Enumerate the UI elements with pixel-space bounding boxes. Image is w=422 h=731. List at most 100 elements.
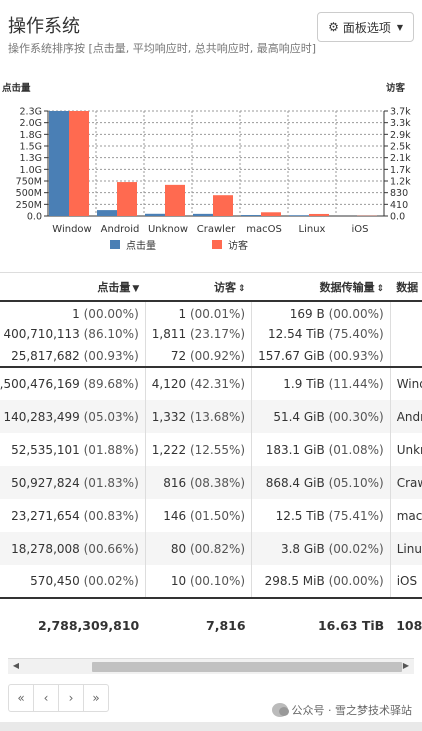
os-cell: iOS <box>389 565 422 598</box>
first-page-button[interactable]: « <box>8 684 34 712</box>
legend-swatch <box>110 240 120 249</box>
left-tick-label: 750M <box>16 177 42 188</box>
group-row[interactable]: 1 (00.00%)1 (00.01%)169 B (00.00%)— <box>0 301 422 323</box>
bar-hits <box>241 215 261 216</box>
sort-desc-icon: ▼ <box>132 283 140 294</box>
left-tick-label: 1.8G <box>20 130 42 141</box>
right-tick-label: 1.2k <box>390 177 411 188</box>
watermark: 公众号 · 雪之梦技术驿站 <box>271 702 413 718</box>
bandwidth-cell: 868.4 GiB (05.10%) <box>251 466 391 499</box>
left-tick-label: 1.0G <box>20 165 42 176</box>
visitors-cell: 1 (00.01%) <box>144 301 252 323</box>
bar-hits <box>49 110 69 216</box>
data-cell: — <box>389 345 422 368</box>
pagination: « ‹ › » <box>8 684 109 712</box>
scrollbar-thumb[interactable] <box>92 662 402 672</box>
os-cell: macOS <box>389 499 422 532</box>
left-axis-label: 点击量 <box>2 82 31 94</box>
table-row[interactable]: 140,283,499 (05.03%) 1,332 (13.68%) 51.4 G… <box>0 400 422 433</box>
bar-visitors <box>69 111 89 216</box>
bar-visitors <box>261 212 281 216</box>
panel-title: 操作系统 <box>8 16 80 37</box>
visitors-cell: 72 (00.92%) <box>144 345 252 368</box>
right-tick-label: 3.3k <box>390 118 411 129</box>
table-row[interactable]: 18,278,008 (00.66%) 80 (00.82%) 3.8 GiB (0… <box>0 532 422 565</box>
os-table-container: 点击量▼ 访客⇕ 数据传输量⇕ 数据⇕ 1 (00.00%)1 (00.01%)… <box>0 272 422 636</box>
table-row[interactable]: 23,271,654 (00.83%) 146 (01.50%) 12.5 TiB … <box>0 499 422 532</box>
os-cell: Windows <box>389 367 422 400</box>
total-bandwidth: 16.63 TiB <box>251 597 391 636</box>
bandwidth-cell: 51.4 GiB (00.30%) <box>251 400 391 433</box>
total-hits: 2,788,309,810 <box>0 597 146 636</box>
header-bandwidth[interactable]: 数据传输量 ⇕ <box>251 273 391 302</box>
hits-cell: 52,535,101 (01.88%) <box>11 442 139 457</box>
right-tick-label: 3.7k <box>390 107 411 118</box>
header-visitors[interactable]: 访客 ⇕ <box>145 273 252 302</box>
left-tick-label: 1.3G <box>20 153 42 164</box>
group-row[interactable]: 400,710,113 (86.10%) 1,811 (23.17%) 12.54 … <box>0 323 422 345</box>
hits-cell: 50,927,824 (01.83%) <box>0 466 146 499</box>
left-tick-label: 500M <box>16 188 42 199</box>
header-data[interactable]: 数据⇕ <box>390 273 422 302</box>
os-cell: Linux <box>389 532 422 565</box>
panel-header: 操作系统 操作系统排序按 [点击量, 平均响应时, 总共响应时, 最高响应时] … <box>8 10 414 60</box>
os-chart-svg: 0.0 0.0250M 410500M 830750M 1.2k1.0G 1.7k1.3G… <box>2 82 411 252</box>
scroll-right-arrow-icon[interactable]: ▶ <box>400 661 412 670</box>
bandwidth-cell: 157.67 GiB (00.93%) <box>251 345 391 368</box>
header-bandwidth-label: 数据传输量 <box>319 280 375 294</box>
visitors-cell: 816 (08.38%) <box>144 466 252 499</box>
table-row[interactable]: 2,500,476,169 (89.68%) 4,120 (42.31%) 1.9 … <box>0 367 422 400</box>
bandwidth-cell: 1.9 TiB (11.44%) <box>251 367 391 400</box>
totals-row: 2,788,309,810 7,816 16.63 TiB 108 <box>0 597 422 636</box>
header-data-label: 数据 <box>396 280 419 294</box>
panel-subtitle: 操作系统排序按 [点击量, 平均响应时, 总共响应时, 最高响应时] <box>8 42 317 55</box>
right-tick-label: 2.5k <box>390 142 411 153</box>
data-cell: — <box>389 301 422 323</box>
bar-visitors <box>213 195 233 216</box>
scroll-left-arrow-icon[interactable]: ◀ <box>10 661 22 670</box>
group-row[interactable]: 25,817,682 (00.93%) 72 (00.92%) 157.67 GiB… <box>0 345 422 368</box>
total-data: 108 <box>390 597 422 636</box>
right-tick-label: 2.9k <box>390 130 411 141</box>
header-hits[interactable]: 点击量 ▼ <box>0 273 146 302</box>
table-row[interactable]: 50,927,824 (01.83%) 816 (08.38%) 868.4 GiB… <box>0 466 422 499</box>
bar-visitors <box>117 182 137 216</box>
next-page-button[interactable]: › <box>58 684 84 712</box>
category-label: Linux <box>299 224 326 235</box>
caret-down-icon: ▼ <box>396 22 403 32</box>
prev-page-button[interactable]: ‹ <box>33 684 59 712</box>
bar-hits <box>193 213 213 216</box>
horizontal-scrollbar[interactable]: ◀ ▶ <box>8 658 414 674</box>
right-tick-label: 2.1k <box>390 153 411 164</box>
category-label: Window <box>52 224 91 235</box>
gear-icon: ⚙ <box>328 20 339 34</box>
total-visitors: 7,816 <box>145 597 252 636</box>
legend-label: 点击量 <box>126 240 156 252</box>
legend-swatch <box>212 240 222 249</box>
hits-cell: 23,271,654 (00.83%) <box>11 508 139 523</box>
last-page-button[interactable]: » <box>83 684 109 712</box>
bar-hits <box>145 213 165 216</box>
watermark-text: 公众号 · 雪之梦技术驿站 <box>291 704 413 717</box>
left-tick-label: 0.0 <box>27 212 42 223</box>
os-cell: Crawlers <box>389 466 422 499</box>
bar-visitors <box>165 184 185 216</box>
table-row[interactable]: 570,450 (00.02%) 10 (00.10%) 298.5 MiB (00… <box>0 565 422 598</box>
visitors-cell: 1,222 (12.55%) <box>144 433 252 466</box>
table-row[interactable]: 52,535,101 (01.88%) 1,222 (12.55%) 183.1 G… <box>0 433 422 466</box>
os-table-body: 1 (00.00%)1 (00.01%)169 B (00.00%)—400,7… <box>0 301 422 636</box>
legend-label: 访客 <box>228 239 248 252</box>
bar-hits <box>97 210 117 216</box>
bottom-bar <box>0 722 422 731</box>
panel-options-button[interactable]: ⚙ 面板选项 ▼ <box>317 12 414 42</box>
left-tick-label: 250M <box>16 200 42 211</box>
category-label: Crawler <box>197 224 236 235</box>
visitors-cell: 1,332 (13.68%) <box>144 400 252 433</box>
visitors-cell: 1,811 (23.17%) <box>144 323 252 345</box>
right-tick-label: 830 <box>390 188 408 199</box>
right-axis-label: 访客 <box>386 82 406 94</box>
bar-hits <box>289 215 309 216</box>
bandwidth-cell: 12.54 TiB (75.40%) <box>251 323 391 345</box>
right-tick-label: 410 <box>390 200 408 211</box>
bandwidth-cell: 12.5 TiB (75.41%) <box>251 499 391 532</box>
